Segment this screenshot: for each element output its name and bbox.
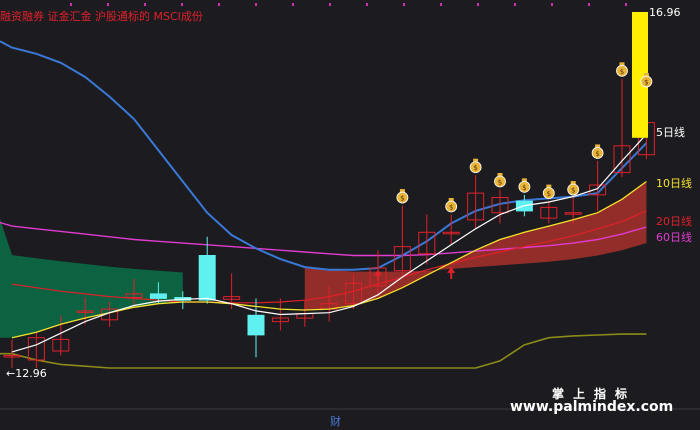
svg-text:$: $ — [620, 68, 624, 76]
ma5-label: 5日线 — [656, 126, 685, 139]
top-marker — [403, 3, 405, 6]
money-bag-icon: $ — [567, 181, 580, 196]
top-marker — [366, 3, 368, 6]
stock-tags: 融资融券 证金汇金 沪股通标的 MSCI成份 — [0, 10, 203, 23]
top-marker — [477, 3, 479, 6]
svg-text:$: $ — [595, 150, 599, 158]
top-marker — [514, 3, 516, 6]
price-low-label: ←12.96 — [6, 367, 47, 380]
money-bag-icon: $ — [445, 197, 458, 213]
money-bag-icon: $ — [518, 178, 531, 193]
lower-band-line — [0, 333, 647, 369]
top-marker — [70, 3, 72, 6]
top-marker — [551, 3, 553, 6]
svg-text:$: $ — [547, 190, 551, 198]
top-marker — [588, 3, 590, 6]
candle-body — [149, 293, 167, 299]
money-bag-icon: $ — [396, 189, 409, 204]
ma20-label: 20日线 — [656, 215, 692, 228]
money-bag-icon: $ — [616, 62, 628, 77]
watermark-url: www.palmindex.com — [510, 399, 674, 415]
finance-mark[interactable]: 财 — [330, 413, 341, 429]
chart-stage: $ $ $ $ $ $ $ $ $ $ 融资融券 证金汇金 沪股通标的 MSCI成份 16.96 … — [0, 0, 700, 430]
top-marker — [625, 3, 627, 6]
svg-text:$: $ — [400, 195, 404, 203]
svg-text:$: $ — [498, 179, 502, 187]
ma60-label: 60日线 — [656, 231, 692, 244]
candlestick-chart[interactable]: $ $ $ $ $ $ $ $ $ $ — [0, 0, 700, 430]
top-marker — [292, 3, 294, 6]
money-bag-icon: $ — [494, 173, 506, 188]
svg-text:$: $ — [473, 164, 477, 172]
top-marker — [440, 3, 442, 6]
money-bag-icon: $ — [469, 158, 482, 174]
svg-text:$: $ — [571, 187, 575, 195]
top-marker — [144, 3, 146, 6]
top-marker — [107, 3, 109, 6]
top-marker — [329, 3, 331, 6]
candle-body — [198, 255, 216, 301]
money-bag-icon: $ — [542, 184, 555, 200]
ma10-label: 10日线 — [656, 177, 692, 190]
top-marker — [181, 3, 183, 6]
top-marker — [218, 3, 220, 6]
money-bag-icon: $ — [591, 144, 604, 159]
svg-text:$: $ — [522, 184, 526, 192]
top-marker — [255, 3, 257, 6]
svg-text:$: $ — [449, 203, 453, 211]
candle-body — [247, 314, 265, 336]
price-high-label: 16.96 — [649, 6, 681, 19]
svg-text:$: $ — [644, 79, 648, 87]
